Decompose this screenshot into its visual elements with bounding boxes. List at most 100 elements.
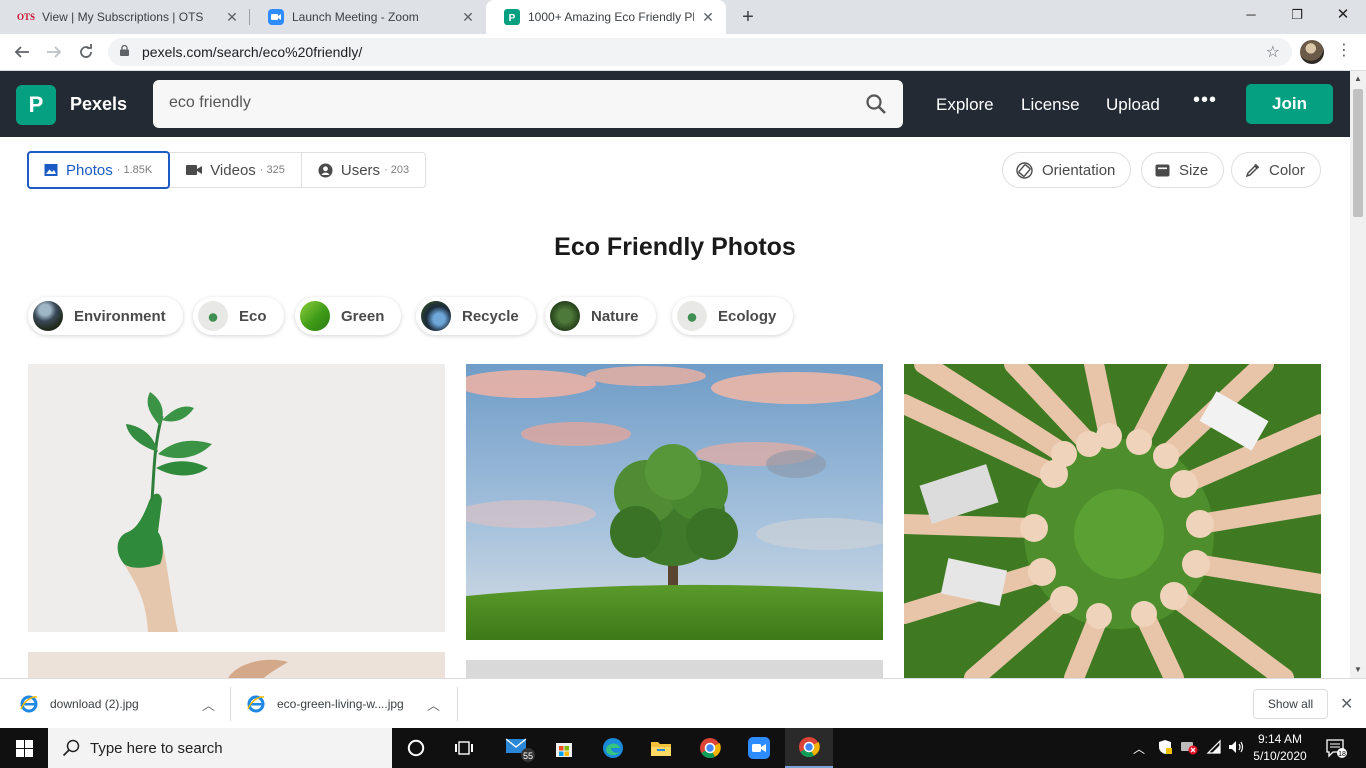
photo-hand-holding-plant[interactable] [28, 364, 445, 632]
mail-icon[interactable]: 55 [494, 728, 542, 768]
scroll-up-icon[interactable]: ▲ [1350, 71, 1366, 87]
windows-taskbar: Type here to search 55 ︿ 9:14 AM 5/10/20… [0, 728, 1366, 768]
browser-tab-zoom[interactable]: Launch Meeting - Zoom ✕ [250, 0, 486, 34]
new-tab-button[interactable]: + [736, 5, 760, 29]
tab-title: View | My Subscriptions | OTS [42, 10, 204, 24]
related-chip-environment[interactable]: Environment [28, 297, 183, 335]
close-tab-icon[interactable]: ✕ [224, 9, 240, 26]
related-chip-recycle[interactable]: Recycle [416, 297, 536, 335]
download-filename: eco-green-living-w....jpg [277, 697, 404, 711]
tab-videos[interactable]: Videos · 325 [170, 153, 302, 187]
cortana-icon[interactable] [392, 728, 440, 768]
color-filter-button[interactable]: Color [1231, 152, 1321, 188]
close-window-icon[interactable]: ✕ [1320, 0, 1366, 30]
volume-icon[interactable] [1228, 739, 1246, 758]
show-all-button[interactable]: Show all [1253, 689, 1328, 719]
scroll-thumb[interactable] [1353, 89, 1363, 217]
chevron-up-icon[interactable]: ︿ [427, 695, 440, 714]
ots-icon: OTS [17, 12, 36, 22]
download-divider [230, 687, 231, 721]
internet-explorer-icon [20, 695, 38, 713]
photo-tree-on-hill[interactable] [466, 364, 883, 640]
restore-icon[interactable]: ❐ [1274, 0, 1320, 30]
nav-explore[interactable]: Explore [936, 95, 994, 115]
browser-tab-pexels[interactable]: P 1000+ Amazing Eco Friendly Pho ✕ [486, 0, 726, 34]
network-error-icon[interactable] [1180, 739, 1198, 758]
photo-partial-lower-middle[interactable] [466, 660, 883, 678]
chip-thumbnail [421, 301, 451, 331]
download-filename: download (2).jpg [50, 697, 139, 711]
related-chip-nature[interactable]: Nature [545, 297, 656, 335]
notification-badge-count: 18 [1338, 751, 1346, 758]
orientation-filter-button[interactable]: Orientation [1002, 152, 1132, 188]
chip-thumbnail [33, 301, 63, 331]
security-shield-icon[interactable] [1157, 739, 1173, 758]
chrome-menu-icon[interactable]: ⋮ [1336, 39, 1352, 63]
tab-label: Videos [210, 161, 256, 179]
page-title: Eco Friendly Photos [554, 233, 796, 261]
tab-photos[interactable]: Photos · 1.85K [27, 151, 171, 189]
wifi-icon[interactable] [1206, 739, 1222, 758]
edge-browser-icon[interactable] [589, 728, 637, 768]
photo-image [904, 364, 1321, 678]
address-bar[interactable]: pexels.com/search/eco%20friendly/ ☆ [108, 38, 1292, 66]
pexels-icon: P [504, 9, 520, 25]
scroll-down-icon[interactable]: ▼ [1350, 662, 1366, 678]
related-chip-ecology[interactable]: Ecology [672, 297, 794, 335]
zoom-app-icon[interactable] [735, 728, 783, 768]
close-tab-icon[interactable]: ✕ [460, 9, 476, 26]
more-menu-icon[interactable]: ••• [1193, 89, 1217, 112]
nav-license[interactable]: License [1021, 95, 1080, 115]
photo-hands-circle-grass[interactable] [904, 364, 1321, 678]
page-scrollbar[interactable]: ▲ ▼ [1350, 71, 1366, 678]
tab-label: Photos [66, 161, 113, 179]
photo-image [28, 652, 445, 678]
download-item[interactable]: download (2).jpg ︿ [20, 679, 220, 729]
browser-tab-ots[interactable]: OTS View | My Subscriptions | OTS ✕ [0, 0, 250, 34]
tab-count: · 203 [384, 164, 410, 176]
brand-name[interactable]: Pexels [70, 94, 127, 115]
minimize-icon[interactable]: ─ [1228, 0, 1274, 30]
nav-upload[interactable]: Upload [1106, 95, 1160, 115]
zoom-icon [268, 9, 284, 25]
chevron-up-icon[interactable]: ︿ [202, 695, 215, 714]
tab-label: Users [340, 161, 381, 179]
taskbar-search-box[interactable]: Type here to search [48, 728, 392, 768]
back-icon[interactable] [10, 40, 34, 64]
windows-start-icon[interactable] [0, 728, 48, 768]
download-divider [457, 687, 458, 721]
related-chip-eco[interactable]: Eco [193, 297, 284, 335]
filter-label: Color [1269, 161, 1305, 179]
chip-thumbnail [677, 301, 707, 331]
tray-chevron-up-icon[interactable]: ︿ [1133, 740, 1145, 757]
tab-count: · 325 [259, 164, 285, 176]
photo-partial-lower-left[interactable] [28, 652, 445, 678]
reload-icon[interactable] [74, 40, 98, 64]
size-filter-button[interactable]: Size [1141, 152, 1225, 188]
join-button[interactable]: Join [1246, 84, 1333, 124]
chip-label: Green [341, 307, 385, 325]
search-input[interactable] [169, 94, 849, 112]
orientation-icon [1016, 161, 1033, 179]
file-explorer-icon[interactable] [637, 728, 685, 768]
close-shelf-icon[interactable]: ✕ [1340, 694, 1353, 714]
tab-users[interactable]: Users · 203 [302, 153, 425, 187]
microsoft-store-icon[interactable] [540, 728, 588, 768]
filter-label: Orientation [1042, 161, 1116, 179]
notification-center-icon[interactable]: 18 [1314, 728, 1358, 768]
system-clock[interactable]: 9:14 AM 5/10/2020 [1250, 731, 1310, 765]
bookmark-star-icon[interactable]: ☆ [1266, 42, 1280, 62]
close-tab-icon[interactable]: ✕ [700, 9, 716, 26]
search-icon[interactable] [865, 93, 887, 115]
profile-avatar[interactable] [1300, 40, 1324, 64]
search-box[interactable] [153, 80, 903, 128]
forward-icon[interactable] [42, 40, 66, 64]
chrome-active-window-icon[interactable] [785, 728, 833, 768]
chrome-icon[interactable] [686, 728, 734, 768]
size-icon [1155, 164, 1170, 177]
pexels-logo[interactable]: P [16, 85, 56, 125]
search-icon [62, 739, 80, 757]
related-chip-green[interactable]: Green [295, 297, 402, 335]
download-item[interactable]: eco-green-living-w....jpg ︿ [247, 679, 447, 729]
task-view-icon[interactable] [440, 728, 488, 768]
